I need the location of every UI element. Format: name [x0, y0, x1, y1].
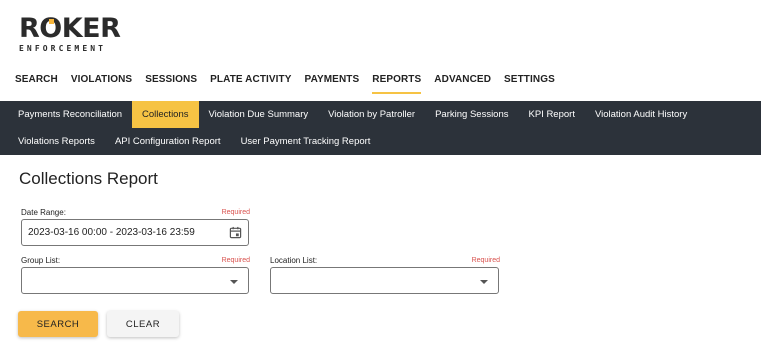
nav-settings[interactable]: SETTINGS — [504, 74, 555, 94]
tab-violations-reports[interactable]: Violations Reports — [8, 128, 105, 155]
main-nav: SEARCH VIOLATIONS SESSIONS PLATE ACTIVIT… — [15, 74, 568, 94]
nav-payments[interactable]: PAYMENTS — [305, 74, 360, 94]
tab-violation-due-summary[interactable]: Violation Due Summary — [199, 101, 319, 128]
location-list-label: Location List: — [270, 256, 318, 265]
group-list-label: Group List: — [21, 256, 61, 265]
reports-sub-nav: Payments Reconciliation Collections Viol… — [0, 101, 761, 155]
logo-wordmark: ROKER — [19, 13, 121, 44]
logo-subtitle: ENFORCEMENT — [19, 44, 107, 53]
clear-button[interactable]: CLEAR — [107, 311, 179, 337]
nav-reports[interactable]: REPORTS — [372, 74, 422, 94]
nav-violations[interactable]: VIOLATIONS — [71, 74, 132, 94]
tab-violation-audit-history[interactable]: Violation Audit History — [585, 101, 697, 128]
tab-payments-reconciliation[interactable]: Payments Reconciliation — [8, 101, 132, 128]
nav-advanced[interactable]: ADVANCED — [434, 74, 491, 94]
date-range-label: Date Range: — [21, 208, 66, 217]
date-range-value: 2023-03-16 00:00 - 2023-03-16 23:59 — [28, 227, 195, 238]
nav-sessions[interactable]: SESSIONS — [145, 74, 197, 94]
nav-plate-activity[interactable]: PLATE ACTIVITY — [210, 74, 291, 94]
tab-kpi-report[interactable]: KPI Report — [519, 101, 585, 128]
location-list-select[interactable] — [270, 267, 499, 294]
date-range-required: Required — [221, 209, 250, 216]
date-range-input[interactable]: 2023-03-16 00:00 - 2023-03-16 23:59 — [21, 219, 249, 246]
nav-search[interactable]: SEARCH — [15, 74, 58, 94]
logo-accent-dot — [49, 19, 54, 24]
sub-nav-row-2: Violations Reports API Configuration Rep… — [8, 128, 380, 155]
group-list-required: Required — [221, 257, 250, 264]
tab-collections[interactable]: Collections — [132, 101, 199, 128]
page-title: Collections Report — [19, 169, 158, 188]
sub-nav-row-1: Payments Reconciliation Collections Viol… — [8, 101, 697, 128]
calendar-icon[interactable] — [229, 226, 242, 239]
tab-api-configuration-report[interactable]: API Configuration Report — [105, 128, 231, 155]
group-list-select[interactable] — [21, 267, 249, 294]
brand-logo[interactable]: ROKER ENFORCEMENT — [19, 13, 121, 55]
tab-violation-by-patroller[interactable]: Violation by Patroller — [318, 101, 425, 128]
chevron-down-icon — [230, 280, 238, 284]
tab-parking-sessions[interactable]: Parking Sessions — [425, 101, 518, 128]
location-list-required: Required — [471, 257, 500, 264]
chevron-down-icon — [480, 280, 488, 284]
search-button[interactable]: SEARCH — [18, 311, 98, 337]
tab-user-payment-tracking-report[interactable]: User Payment Tracking Report — [231, 128, 381, 155]
